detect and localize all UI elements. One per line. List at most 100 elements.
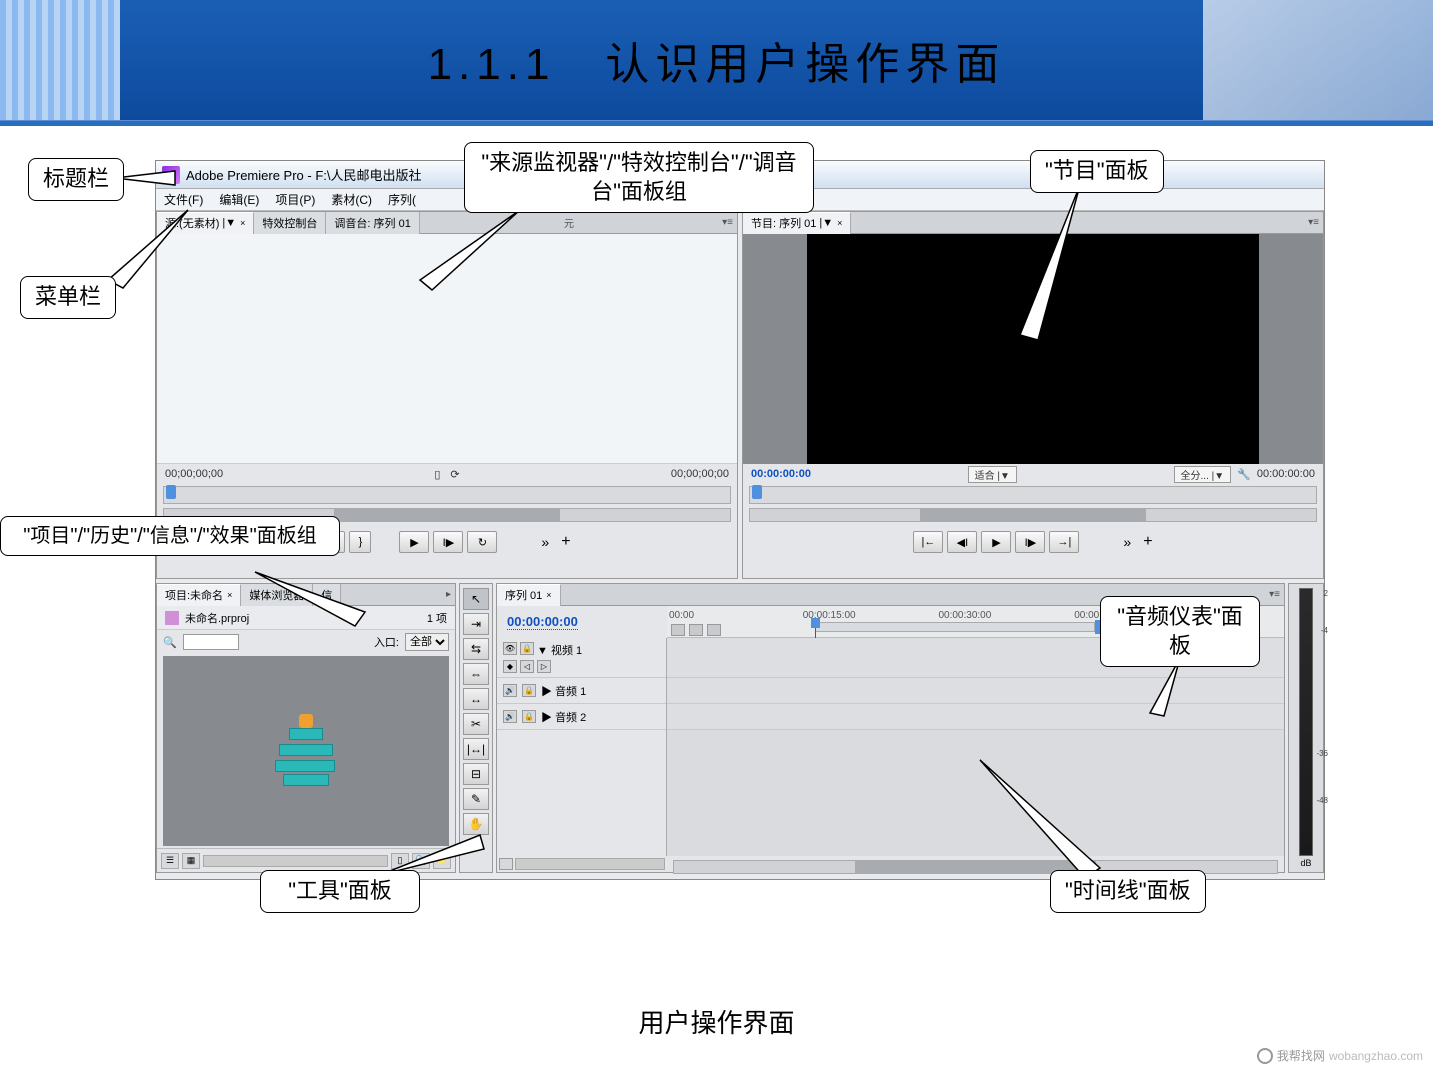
track-select-tool[interactable]: ⇥: [463, 613, 489, 635]
callout-project-group: "项目"/"历史"/"信息"/"效果"面板组: [0, 516, 340, 556]
work-area-bar[interactable]: [815, 622, 1095, 632]
slide-title: 1.1.1 认识用户操作界面: [428, 28, 1006, 92]
project-file-icon: [165, 611, 179, 625]
timeline-timecode[interactable]: 00:00:00:00: [507, 614, 578, 630]
menu-project[interactable]: 项目(P): [267, 191, 323, 208]
project-bin[interactable]: [163, 656, 449, 846]
marker-icon[interactable]: ▯: [434, 468, 440, 481]
track-audio2-header[interactable]: 🔊🔒▶ 音频 2: [497, 704, 666, 730]
snap-icon[interactable]: [671, 624, 685, 636]
step-fwd-button[interactable]: I▶: [433, 531, 463, 553]
lock-icon[interactable]: 🔒: [522, 710, 536, 723]
marker-icon[interactable]: [689, 624, 703, 636]
zoom-out-icon[interactable]: [499, 858, 513, 870]
entry-label: 入口:: [374, 634, 399, 650]
tools-panel: ↖ ⇥ ⇆ ⇔ ↔ ✂ |↔| ⊟ ✎ ✋: [459, 583, 493, 873]
source-time-in[interactable]: 00;00;00;00: [165, 468, 223, 480]
zoom-selector[interactable]: 全分... |▼: [1174, 466, 1232, 483]
wrench-icon[interactable]: 🔧: [1237, 468, 1251, 481]
ripple-edit-tool[interactable]: ⇆: [463, 638, 489, 660]
menu-file[interactable]: 文件(F): [156, 191, 211, 208]
slide-tool[interactable]: ⊟: [463, 763, 489, 785]
pen-tool[interactable]: ✎: [463, 788, 489, 810]
play-button[interactable]: ▶: [399, 531, 429, 553]
play-button[interactable]: ▶: [981, 531, 1011, 553]
tab-sequence[interactable]: 序列 01×: [497, 584, 561, 606]
more-button[interactable]: »: [1123, 534, 1131, 550]
playhead-icon[interactable]: [166, 485, 176, 499]
rolling-edit-tool[interactable]: ⇔: [463, 663, 489, 685]
entry-select[interactable]: 全部: [405, 633, 449, 651]
callout-program: "节目"面板: [1030, 150, 1164, 193]
menu-edit[interactable]: 编辑(E): [211, 191, 267, 208]
slide-caption: 用户操作界面: [0, 1003, 1433, 1040]
search-input[interactable]: [183, 634, 239, 650]
add-button[interactable]: +: [561, 533, 570, 551]
loop-icon[interactable]: ⟳: [450, 468, 459, 481]
speaker-icon[interactable]: 🔊: [503, 684, 517, 697]
keyframe-icon[interactable]: ◆: [503, 660, 517, 673]
step-fwd-button[interactable]: I▶: [1015, 531, 1045, 553]
search-icon[interactable]: 🔍: [163, 636, 177, 649]
rate-stretch-tool[interactable]: ↔: [463, 688, 489, 710]
track-audio1-header[interactable]: 🔊🔒▶ 音频 1: [497, 678, 666, 704]
sequence-thumbnail-icon[interactable]: [271, 716, 341, 786]
callout-menubar: 菜单栏: [20, 276, 116, 319]
go-in-button[interactable]: |←: [913, 531, 943, 553]
audio-meter-panel: 2 -4 -36 -48 dB: [1288, 583, 1324, 873]
add-button[interactable]: +: [1143, 533, 1152, 551]
step-back-button[interactable]: ◀I: [947, 531, 977, 553]
list-view-button[interactable]: ☰: [161, 853, 179, 869]
program-time-out[interactable]: 00:00:00:00: [1257, 468, 1315, 480]
project-filename: 未命名.prproj: [185, 610, 249, 626]
eye-icon[interactable]: 👁: [503, 642, 517, 655]
panel-menu-icon[interactable]: ▾≡: [1269, 589, 1280, 600]
magnifier-icon: [1257, 1048, 1273, 1064]
tab-audio-mixer[interactable]: 调音台: 序列 01: [326, 212, 419, 234]
selection-tool[interactable]: ↖: [463, 588, 489, 610]
lock-icon[interactable]: 🔒: [520, 642, 534, 655]
tab-project[interactable]: 项目:未命名×: [157, 584, 241, 606]
go-out-button[interactable]: →|: [1049, 531, 1079, 553]
tab-effect-controls[interactable]: 特效控制台: [254, 212, 326, 234]
source-time-out[interactable]: 00;00;00;00: [671, 468, 729, 480]
meter-unit: dB: [1300, 858, 1311, 868]
track-headers: 👁🔒▼ 视频 1 ◆◁▷ 🔊🔒▶ 音频 1 🔊🔒▶ 音频 2: [497, 638, 667, 856]
fit-selector[interactable]: 适合 |▼: [968, 466, 1017, 483]
slip-tool[interactable]: |↔|: [463, 738, 489, 760]
program-scrubber[interactable]: [749, 486, 1317, 504]
track-video1-header[interactable]: 👁🔒▼ 视频 1 ◆◁▷: [497, 638, 666, 678]
callout-source-group: "来源监视器"/"特效控制台"/"调音台"面板组: [464, 142, 814, 213]
more-button[interactable]: »: [541, 534, 549, 550]
callout-tools: "工具"面板: [260, 870, 420, 913]
menu-clip[interactable]: 素材(C): [323, 191, 380, 208]
loop-button[interactable]: ↻: [467, 531, 497, 553]
playhead-icon[interactable]: [752, 485, 762, 499]
program-time-in[interactable]: 00:00:00:00: [751, 468, 811, 480]
callout-audio-meter: "音频仪表"面板: [1100, 596, 1260, 667]
tab-program[interactable]: 节目: 序列 01|▼×: [743, 212, 851, 234]
panel-menu-icon[interactable]: ▾≡: [722, 217, 733, 228]
source-tab-suffix: 元: [564, 215, 574, 230]
icon-view-button[interactable]: ▦: [182, 853, 200, 869]
callout-titlebar: 标题栏: [28, 158, 124, 201]
mark-out-button[interactable]: }: [349, 531, 371, 553]
titlebar-text: Adobe Premiere Pro - F:\人民邮电出版社: [186, 165, 422, 184]
panel-menu-icon[interactable]: ▾≡: [1308, 217, 1319, 228]
item-count: 1 项: [427, 610, 447, 626]
marker-icon[interactable]: [707, 624, 721, 636]
lock-icon[interactable]: 🔒: [522, 684, 536, 697]
slide-separator: [0, 120, 1433, 126]
project-search-row: 🔍 入口: 全部: [157, 630, 455, 654]
timeline-zoom-slider[interactable]: [515, 858, 665, 870]
program-transport: |← ◀I ▶ I▶ →| » +: [743, 526, 1323, 558]
slide-header: 1.1.1 认识用户操作界面: [0, 0, 1433, 120]
program-zoom-scroll[interactable]: [749, 508, 1317, 522]
menu-sequence[interactable]: 序列(: [380, 191, 424, 208]
zoom-slider[interactable]: [203, 855, 388, 867]
speaker-icon[interactable]: 🔊: [503, 710, 517, 723]
razor-tool[interactable]: ✂: [463, 713, 489, 735]
source-scrubber[interactable]: [163, 486, 731, 504]
hand-tool[interactable]: ✋: [463, 813, 489, 835]
chevron-right-icon[interactable]: ▸: [446, 589, 451, 600]
